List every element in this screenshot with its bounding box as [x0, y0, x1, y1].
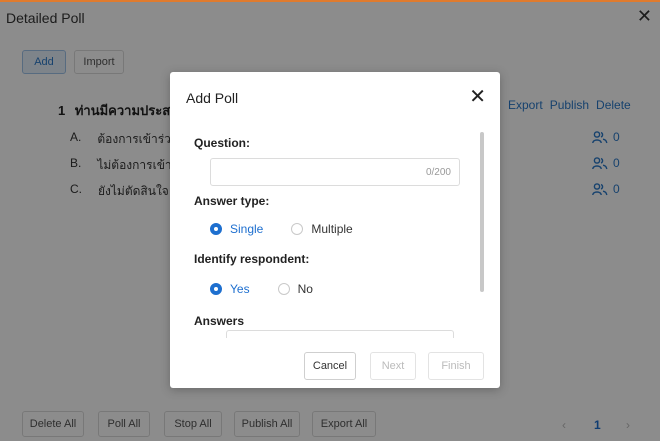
question-field[interactable]: 0/200	[210, 158, 460, 186]
option-multiple-label[interactable]: Multiple	[311, 222, 352, 236]
identify-respondent-label: Identify respondent:	[194, 252, 310, 266]
finish-button[interactable]: Finish	[428, 352, 484, 380]
option-no-label[interactable]: No	[298, 282, 313, 296]
question-input[interactable]	[211, 159, 459, 185]
answer-type-group: Single Multiple	[210, 222, 353, 236]
add-poll-dialog: Add Poll ✕ Question: 0/200 Answer type: …	[170, 72, 500, 388]
option-single-label[interactable]: Single	[230, 222, 263, 236]
radio-yes[interactable]	[210, 283, 222, 295]
cancel-button[interactable]: Cancel	[304, 352, 356, 380]
question-label: Question:	[194, 136, 250, 150]
question-char-counter: 0/200	[425, 167, 451, 178]
radio-multiple[interactable]	[291, 223, 304, 235]
radio-single[interactable]	[210, 223, 222, 235]
identify-respondent-group: Yes No	[210, 282, 313, 296]
next-button[interactable]: Next	[370, 352, 416, 380]
close-icon[interactable]: ✕	[469, 84, 486, 109]
answers-input-box[interactable]	[226, 330, 454, 338]
overlay-titlebar	[0, 2, 660, 24]
dialog-scrollbar[interactable]	[480, 132, 484, 292]
dialog-title: Add Poll	[186, 90, 239, 106]
answer-type-label: Answer type:	[194, 194, 270, 208]
option-yes-label[interactable]: Yes	[230, 282, 250, 296]
radio-no[interactable]	[277, 283, 290, 295]
answers-label: Answers	[194, 314, 245, 328]
